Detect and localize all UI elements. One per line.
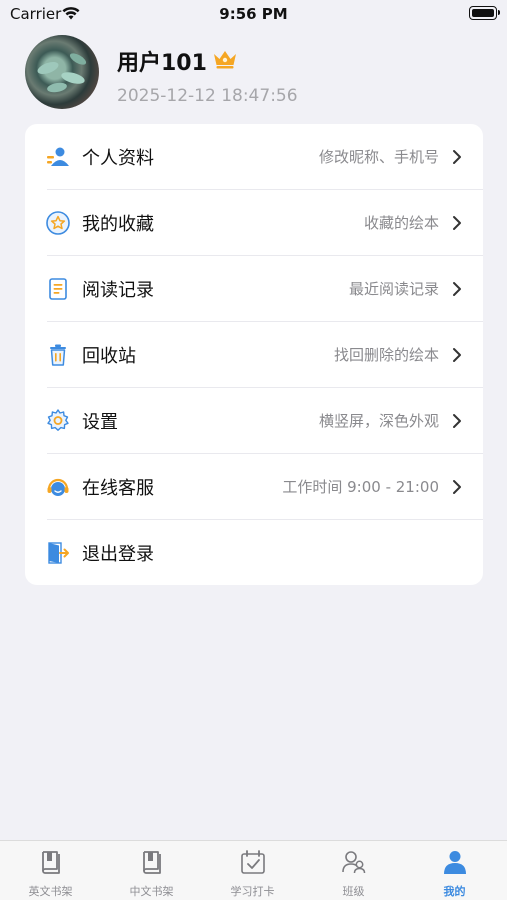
username: 用户101 xyxy=(117,51,207,76)
tab-chinese-bookshelf[interactable]: 中文书架 xyxy=(101,841,202,900)
menu-label: 在线客服 xyxy=(82,478,154,499)
calendar-check-icon xyxy=(241,850,265,874)
join-time: 2025-12-12 18:47:56 xyxy=(117,86,298,106)
menu-detail: 横竖屏，深色外观 xyxy=(318,412,439,430)
chevron-right-icon xyxy=(453,348,461,362)
menu-item-logout[interactable]: 退出登录 xyxy=(25,520,483,586)
tab-english-bookshelf[interactable]: 英文书架 xyxy=(0,841,101,900)
tab-label: 我的 xyxy=(443,885,466,898)
user-icon xyxy=(444,851,466,874)
star-icon xyxy=(46,211,70,235)
logout-icon xyxy=(48,542,69,564)
tab-bar: 英文书架 中文书架 学习打卡 班级 我的 xyxy=(0,840,507,900)
document-icon xyxy=(49,278,67,300)
menu-item-recycle-bin[interactable]: 回收站 找回删除的绘本 xyxy=(25,322,483,388)
tab-label: 班级 xyxy=(342,885,365,898)
chevron-right-icon xyxy=(453,150,461,164)
menu-detail: 修改昵称、手机号 xyxy=(318,148,439,166)
book-icon xyxy=(42,851,60,874)
menu-card: 个人资料 修改昵称、手机号 我的收藏 收藏的绘本 阅读记录 最近阅读记录 回收站… xyxy=(25,124,483,585)
chevron-right-icon xyxy=(453,414,461,428)
tab-label: 英文书架 xyxy=(28,885,73,898)
gear-icon xyxy=(47,409,69,431)
menu-label: 回收站 xyxy=(82,346,136,367)
tab-mine[interactable]: 我的 xyxy=(404,841,505,900)
menu-label: 退出登录 xyxy=(82,544,154,565)
avatar[interactable] xyxy=(25,35,99,109)
chevron-right-icon xyxy=(453,216,461,230)
book-icon xyxy=(143,851,161,874)
tab-label: 学习打卡 xyxy=(230,885,275,898)
chevron-right-icon xyxy=(453,282,461,296)
menu-item-reading-history[interactable]: 阅读记录 最近阅读记录 xyxy=(25,256,483,322)
menu-detail: 收藏的绘本 xyxy=(363,214,439,232)
menu-detail: 最近阅读记录 xyxy=(348,280,439,298)
tab-class[interactable]: 班级 xyxy=(303,841,404,900)
menu-item-profile[interactable]: 个人资料 修改昵称、手机号 xyxy=(25,124,483,190)
menu-detail: 找回删除的绘本 xyxy=(333,346,439,364)
tab-label: 中文书架 xyxy=(129,885,174,898)
menu-label: 阅读记录 xyxy=(82,280,154,301)
battery-icon xyxy=(469,6,500,20)
crown-icon xyxy=(214,51,236,69)
menu-item-settings[interactable]: 设置 横竖屏，深色外观 xyxy=(25,388,483,454)
menu-detail: 工作时间 9:00 - 21:00 xyxy=(282,478,439,496)
person-card-icon xyxy=(47,147,69,166)
status-time: 9:56 PM xyxy=(219,5,288,23)
menu-item-customer-service[interactable]: 在线客服 工作时间 9:00 - 21:00 xyxy=(25,454,483,520)
headset-icon xyxy=(47,478,69,496)
tab-study-checkin[interactable]: 学习打卡 xyxy=(202,841,303,900)
trash-icon xyxy=(50,344,66,366)
menu-label: 设置 xyxy=(82,412,118,433)
menu-label: 我的收藏 xyxy=(82,214,154,235)
people-icon xyxy=(342,851,366,874)
menu-label: 个人资料 xyxy=(82,148,154,169)
menu-item-favorites[interactable]: 我的收藏 收藏的绘本 xyxy=(25,190,483,256)
chevron-right-icon xyxy=(453,480,461,494)
status-bar: Carrier 9:56 PM xyxy=(0,0,507,30)
